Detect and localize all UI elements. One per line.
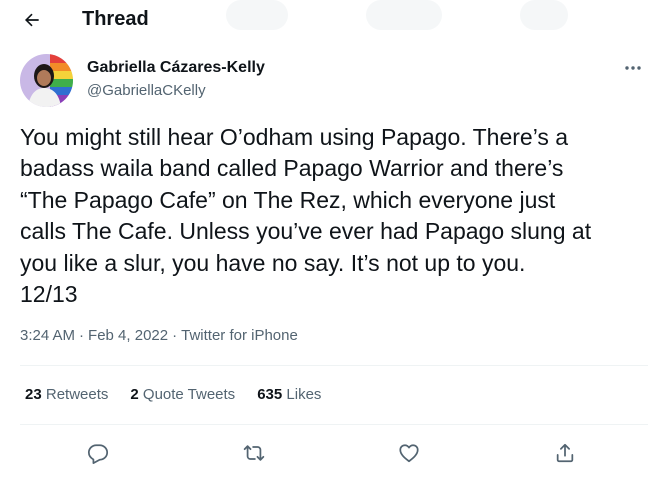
header-background-shape [226,0,288,30]
header-background-shape [520,0,568,30]
page-title: Thread [82,8,149,30]
header-background-shape [366,0,442,30]
retweet-icon [242,442,266,464]
more-horizontal-icon [624,65,642,71]
tweet-text-line: You might still hear O’odham using Papag… [20,124,569,150]
likes-stat[interactable]: 635 Likes [257,386,321,403]
share-icon [554,442,576,464]
retweets-stat[interactable]: 23 Retweets [25,386,108,403]
author-handle[interactable]: @GabriellaCKelly [87,82,206,99]
likes-count: 635 [257,386,283,403]
tweet-text-line: calls The Cafe. Unless you’ve ever had P… [20,218,592,245]
thread-header: Thread [0,0,668,40]
likes-label: Likes [286,386,322,403]
quote-tweets-label: Quote Tweets [142,386,236,403]
like-button[interactable] [392,436,426,470]
tweet-text-line: “The Papago Cafe” on The Rez, which ever… [20,186,556,213]
tweet-metadata: 3:24 AM · Feb 4, 2022 · Twitter for iPhone [20,327,298,344]
tweet-text-line: 12/13 [20,281,78,308]
meta-separator: · [79,327,85,344]
divider [20,365,648,366]
quote-tweets-count: 2 [130,386,139,403]
tweet-time[interactable]: 3:24 AM [20,327,75,344]
avatar[interactable] [20,54,73,107]
more-options-button[interactable] [616,56,650,80]
back-button[interactable] [14,4,50,36]
tweet-source[interactable]: Twitter for iPhone [181,327,298,344]
quote-tweets-stat[interactable]: 2 Quote Tweets [130,386,235,403]
reply-icon [87,442,109,464]
heart-icon [398,442,420,464]
tweet-text-line: you like a slur, you have no say. It’s n… [20,249,526,276]
divider [20,424,648,425]
tweet-stats: 23 Retweets 2 Quote Tweets 635 Likes [25,386,321,403]
retweet-button[interactable] [237,436,271,470]
retweets-label: Retweets [45,386,109,403]
tweet-text-line: badass waila band called Papago Warrior … [20,155,564,182]
retweets-count: 23 [25,386,42,403]
tweet-text: You might still hear O’odham using Papag… [20,122,660,310]
reply-button[interactable] [81,436,115,470]
tweet-date[interactable]: Feb 4, 2022 [88,327,168,344]
share-button[interactable] [548,436,582,470]
arrow-left-icon [22,10,42,30]
author-name[interactable]: Gabriella Cázares-Kelly [87,59,265,77]
meta-separator: · [172,327,178,344]
